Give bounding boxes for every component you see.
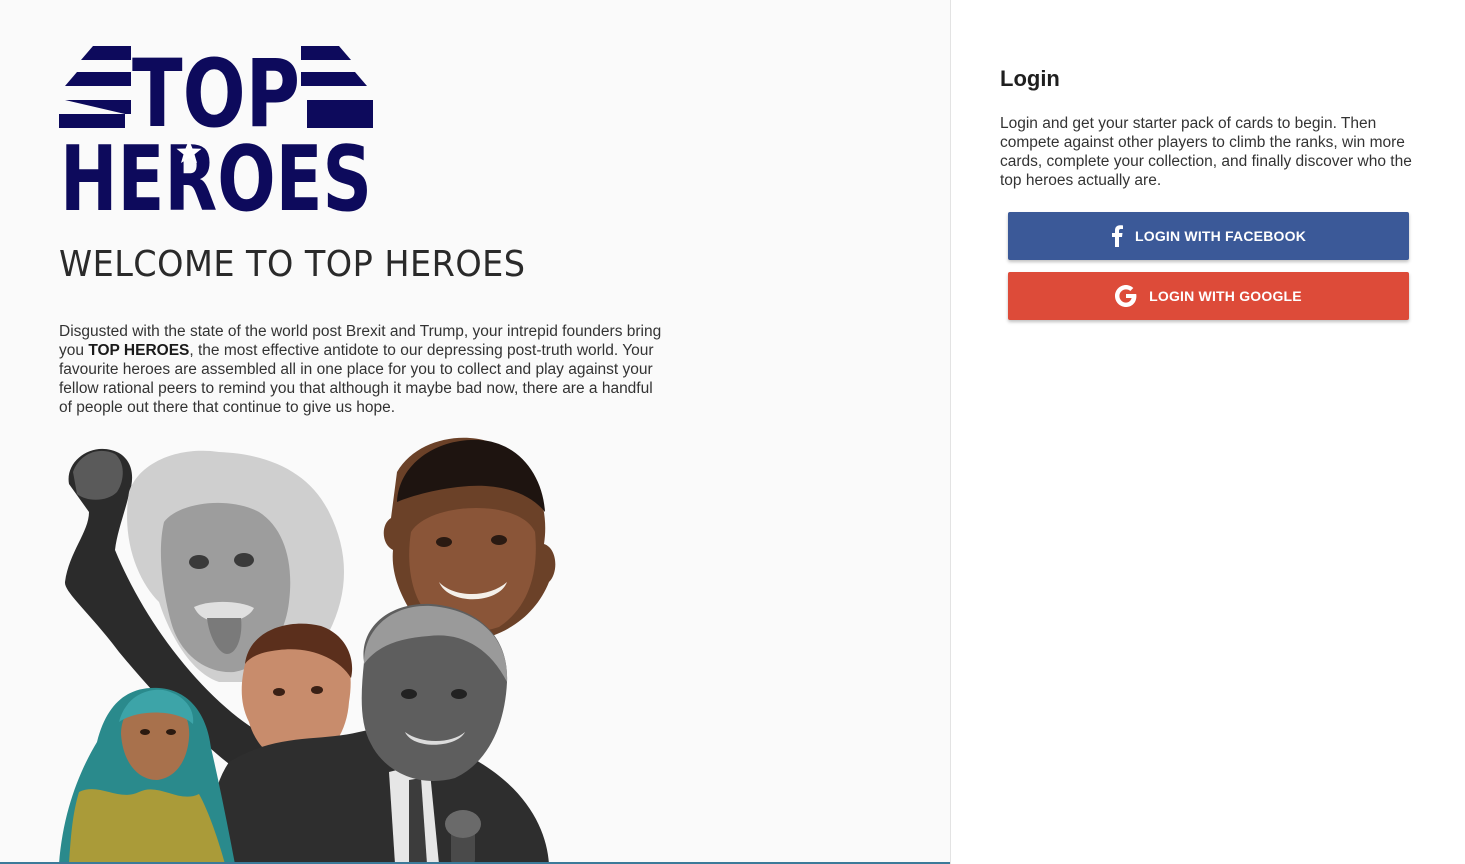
heroes-collage-image	[59, 432, 569, 864]
login-with-facebook-button[interactable]: LOGIN WITH FACEBOOK	[1008, 212, 1409, 260]
login-panel: Login Login and get your starter pack of…	[952, 0, 1465, 864]
intro-paragraph: Disgusted with the state of the world po…	[59, 323, 662, 416]
brand-name: TOP HEROES	[88, 342, 190, 359]
facebook-button-label: LOGIN WITH FACEBOOK	[1134, 228, 1306, 244]
google-icon	[1115, 285, 1137, 307]
login-heading: Login	[1000, 66, 1060, 91]
login-description: Login and get your starter pack of cards…	[1000, 115, 1412, 189]
welcome-title: WELCOME TO TOP HEROES	[59, 244, 526, 285]
svg-text:HEROES: HEROES	[60, 127, 372, 212]
facebook-icon	[1111, 225, 1123, 247]
welcome-panel: TOP HEROES WELCOME TO TOP HEROES Disgust…	[0, 0, 951, 864]
login-with-google-button[interactable]: LOGIN WITH GOOGLE	[1008, 272, 1409, 320]
top-heroes-logo: TOP HEROES	[59, 44, 373, 212]
google-button-label: LOGIN WITH GOOGLE	[1149, 288, 1302, 304]
